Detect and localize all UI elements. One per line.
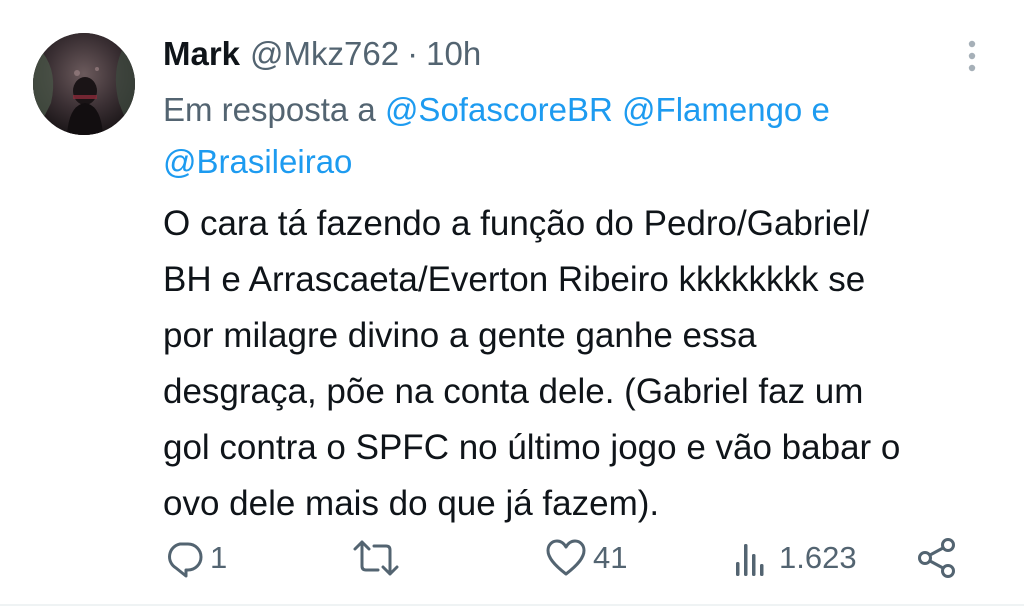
views-chart-icon bbox=[736, 544, 764, 576]
reply-count: 1 bbox=[210, 540, 228, 575]
tweet-card[interactable]: Mark @Mkz762 · 10h Em resposta a @Sofasc… bbox=[0, 0, 1024, 611]
tweet-text-line: ovo dele mais do que já fazem). bbox=[163, 484, 660, 523]
like-count: 41 bbox=[593, 540, 628, 575]
views-button[interactable]: 1.623 bbox=[733, 530, 857, 586]
tweet-text-line: BH e Arrascaeta/Everton Ribeiro kkkkkkkk… bbox=[163, 260, 866, 299]
mention-joiner: e bbox=[811, 91, 830, 128]
tweet-timestamp[interactable]: 10h bbox=[426, 35, 481, 73]
more-vertical-icon bbox=[968, 40, 976, 72]
retweet-icon bbox=[353, 540, 399, 576]
views-count: 1.623 bbox=[779, 540, 857, 575]
reply-icon bbox=[168, 542, 203, 578]
tweet-header: Mark @Mkz762 · 10h bbox=[163, 30, 481, 78]
share-button[interactable] bbox=[916, 530, 958, 586]
reply-button[interactable]: 1 bbox=[164, 530, 227, 586]
avatar[interactable] bbox=[33, 33, 135, 135]
divider bbox=[0, 604, 1024, 606]
author-handle[interactable]: @Mkz762 bbox=[250, 35, 399, 73]
retweet-button[interactable] bbox=[352, 530, 406, 586]
mention-flamengo[interactable]: @Flamengo bbox=[622, 91, 802, 128]
tweet-text: O cara tá fazendo a função do Pedro/Gabr… bbox=[163, 196, 1003, 532]
tweet-text-line: O cara tá fazendo a função do Pedro/Gabr… bbox=[163, 204, 870, 243]
header-separator: · bbox=[407, 35, 419, 72]
avatar-image bbox=[33, 33, 135, 135]
heart-icon bbox=[546, 539, 586, 576]
share-icon bbox=[918, 538, 955, 578]
mention-brasileirao[interactable]: @Brasileirao bbox=[163, 143, 352, 180]
tweet-text-line: desgraça, põe na conta dele. (Gabriel fa… bbox=[163, 372, 864, 411]
like-button[interactable]: 41 bbox=[545, 530, 627, 586]
tweet-text-line: gol contra o SPFC no último jogo e vão b… bbox=[163, 428, 901, 467]
action-bar: 1 41 1.623 bbox=[0, 530, 1024, 586]
reply-prefix: Em resposta a bbox=[163, 91, 376, 128]
more-options-button[interactable] bbox=[958, 38, 986, 78]
mention-sofascorebr[interactable]: @SofascoreBR bbox=[385, 91, 613, 128]
author-name[interactable]: Mark bbox=[163, 35, 240, 73]
reply-context: Em resposta a @SofascoreBR @Flamengo e @… bbox=[163, 84, 983, 188]
tweet-text-line: por milagre divino a gente ganhe essa bbox=[163, 316, 757, 355]
